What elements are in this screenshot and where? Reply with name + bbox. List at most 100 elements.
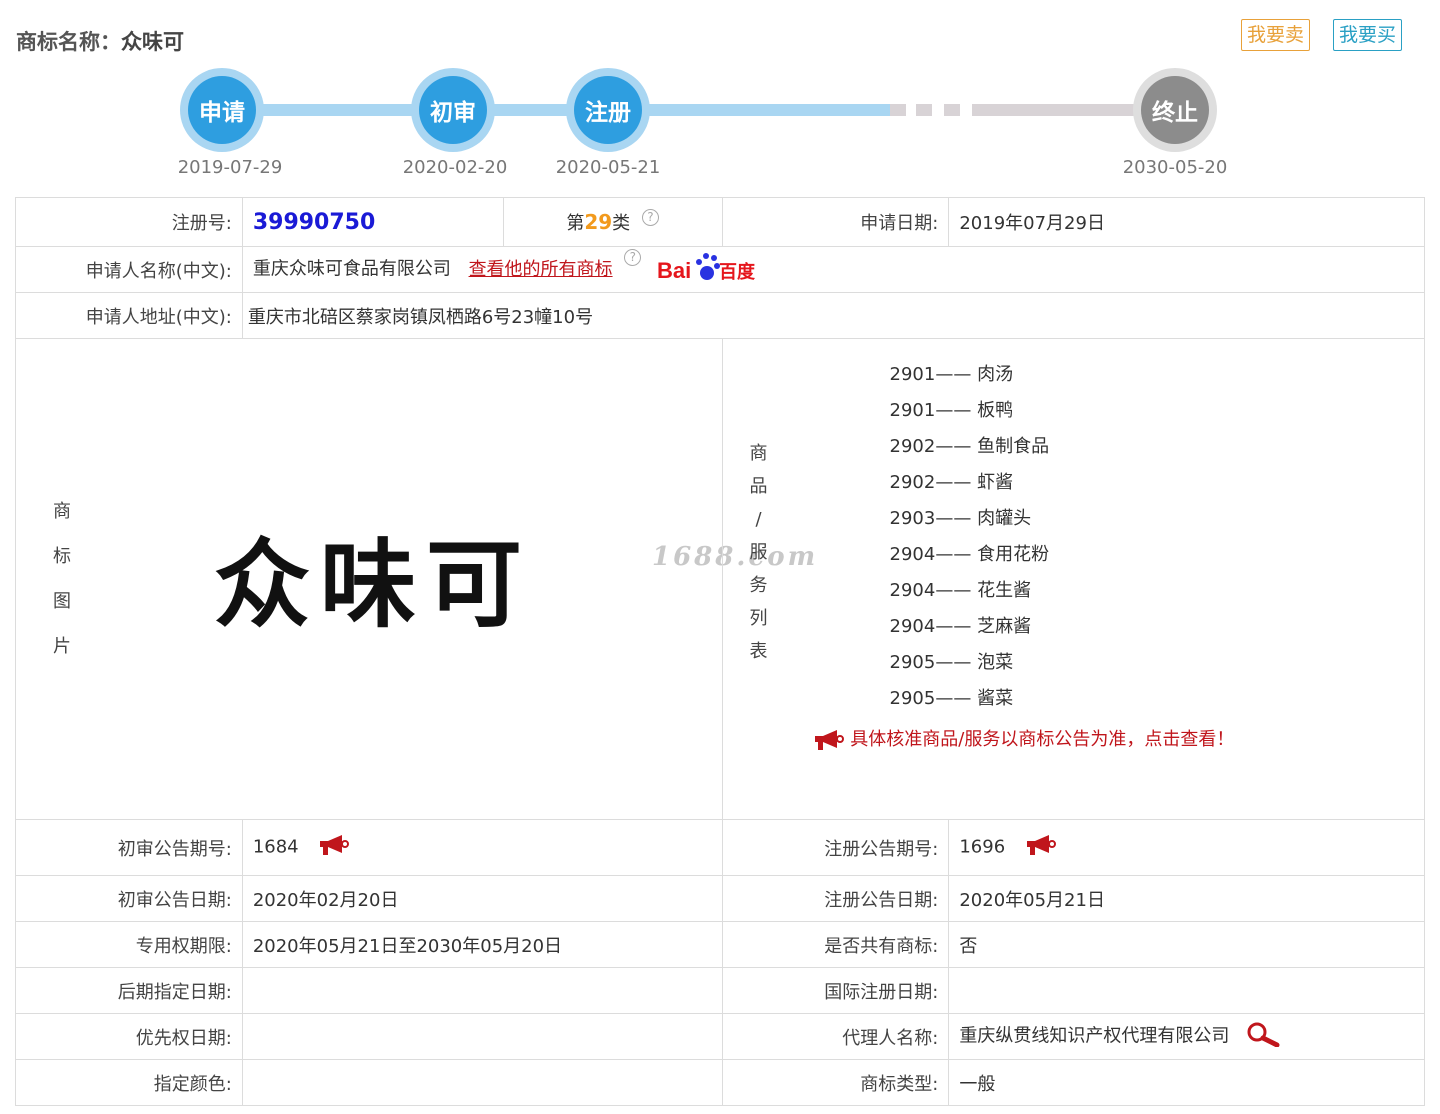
prelim-issue-value: 1684 (252, 836, 299, 858)
goods-item: 2904—— 食用花粉 (889, 544, 1050, 565)
agent-cell: 重庆纵贯线知识产权代理有限公司 (948, 1013, 1425, 1060)
timeline-node-label: 申请 (188, 76, 256, 144)
table-row: 商 标 图 片 众味可 商 品 / 服 务 列 表 2901—— 肉汤 2901… (15, 338, 1426, 820)
goods-notice-text[interactable]: 具体核准商品/服务以商标公告为准，点击查看！ (850, 729, 1234, 750)
address-value: 重庆市北碚区蔡家岗镇凤栖路6号23幢10号 (241, 292, 1426, 339)
help-icon[interactable]: ? (624, 249, 642, 266)
table-row: 指定颜色: 商标类型: 一般 (15, 1059, 1425, 1106)
baidu-search-icon[interactable]: Bai 百度 (657, 249, 759, 290)
vertical-char: 片 (53, 636, 71, 657)
goods-cell: 商 品 / 服 务 列 表 2901—— 肉汤 2901—— 板鸭 2902——… (721, 338, 1426, 820)
goods-item: 2901—— 肉汤 (889, 364, 1014, 385)
buy-button[interactable]: 我要买 (1333, 19, 1403, 51)
apply-date-value: 2019年07月29日 (948, 197, 1425, 247)
reg-no-cell: 39990750 (241, 197, 504, 247)
baidu-logo-icon: Bai 百度 (657, 253, 756, 283)
help-icon[interactable]: ? (641, 209, 659, 226)
title-label: 商标名称： (16, 30, 121, 54)
priority-date-value (241, 1013, 723, 1060)
timeline-node-terminate: 终止 (1133, 68, 1217, 152)
sell-button[interactable]: 我要卖 (1241, 19, 1311, 51)
vertical-char: / (755, 509, 762, 530)
mark-image-cell: 商 标 图 片 众味可 (15, 338, 723, 820)
vertical-char: 标 (53, 546, 71, 567)
timeline-node-label: 初审 (419, 76, 487, 144)
exclusive-value: 2020年05月21日至2030年05月20日 (241, 921, 723, 968)
timeline-date: 2020-02-20 (402, 157, 508, 178)
class-prefix: 第 (566, 213, 585, 234)
vertical-char: 图 (53, 591, 71, 612)
later-date-value (241, 967, 723, 1014)
apply-date-label: 申请日期: (721, 197, 950, 247)
search-icon[interactable] (1245, 1021, 1281, 1052)
table-row: 申请人地址(中文): 重庆市北碚区蔡家岗镇凤栖路6号23幢10号 (15, 292, 1426, 339)
vertical-char: 商 (749, 443, 768, 464)
goods-item: 2901—— 板鸭 (889, 400, 1014, 421)
vertical-char: 品 (749, 476, 768, 497)
color-label: 指定颜色: (15, 1059, 243, 1106)
svg-text:Bai: Bai (657, 258, 691, 283)
goods-item: 2902—— 虾酱 (889, 472, 1014, 493)
later-date-label: 后期指定日期: (15, 967, 243, 1014)
reg-date-value: 2020年05月21日 (948, 875, 1425, 922)
timeline-date: 2030-05-20 (1122, 157, 1228, 178)
all-marks-link[interactable]: 查看他的所有商标 (469, 259, 613, 280)
timeline-dash (944, 104, 960, 116)
reg-issue-label: 注册公告期号: (721, 819, 950, 876)
intl-date-value (948, 967, 1425, 1014)
address-label: 申请人地址(中文): (15, 292, 243, 339)
mark-image-label: 商 标 图 片 (52, 489, 72, 669)
timeline-dash (890, 104, 906, 116)
type-label: 商标类型: (721, 1059, 950, 1106)
applicant-label: 申请人名称(中文): (15, 246, 243, 293)
class-cell: 第29类 ? (502, 197, 723, 247)
prelim-issue-label: 初审公告期号: (15, 819, 243, 876)
table-row: 优先权日期: 代理人名称: 重庆纵贯线知识产权代理有限公司 (15, 1013, 1425, 1060)
megaphone-icon[interactable] (318, 834, 350, 861)
table-row: 申请人名称(中文): 重庆众味可食品有限公司 查看他的所有商标 ? Bai 百度 (15, 246, 1426, 293)
timeline-date: 2020-05-21 (555, 157, 661, 178)
reg-issue-cell: 1696 (948, 819, 1425, 876)
table-row: 初审公告期号: 1684 注册公告期号: 1696 (15, 819, 1425, 876)
priority-date-label: 优先权日期: (15, 1013, 243, 1060)
agent-label: 代理人名称: (721, 1013, 950, 1060)
goods-item: 2903—— 肉罐头 (889, 508, 1032, 529)
goods-label: 商 品 / 服 务 列 表 (749, 437, 769, 668)
table-row: 注册号: 39990750 第29类 ? 申请日期: 2019年07月29日 (15, 197, 1425, 247)
svg-text:百度: 百度 (719, 261, 756, 283)
table-row: 后期指定日期: 国际注册日期: (15, 967, 1425, 1014)
type-value: 一般 (948, 1059, 1425, 1106)
megaphone-icon[interactable] (1025, 834, 1057, 861)
goods-item: 2905—— 酱菜 (889, 688, 1014, 709)
shared-value: 否 (948, 921, 1425, 968)
timeline-node-apply: 申请 (180, 68, 264, 152)
goods-item: 2904—— 花生酱 (889, 580, 1032, 601)
table-row: 初审公告日期: 2020年02月20日 注册公告日期: 2020年05月21日 (15, 875, 1425, 922)
timeline-progress-bar (220, 104, 890, 116)
shared-label: 是否共有商标: (721, 921, 950, 968)
goods-notice[interactable]: 具体核准商品/服务以商标公告为准，点击查看！ (813, 725, 1234, 751)
goods-list: 2901—— 肉汤 2901—— 板鸭 2902—— 鱼制食品 2902—— 虾… (890, 357, 1050, 717)
prelim-date-value: 2020年02月20日 (241, 875, 723, 922)
page-title: 商标名称：众味可 (16, 26, 184, 56)
timeline-date: 2019-07-29 (177, 157, 283, 178)
exclusive-label: 专用权期限: (15, 921, 243, 968)
reg-no-value: 39990750 (252, 209, 376, 235)
goods-item: 2904—— 芝麻酱 (889, 616, 1032, 637)
applicant-cell: 重庆众味可食品有限公司 查看他的所有商标 ? Bai 百度 (241, 246, 1426, 293)
intl-date-label: 国际注册日期: (721, 967, 950, 1014)
timeline-node-label: 终止 (1141, 76, 1209, 144)
reg-no-label: 注册号: (15, 197, 243, 247)
vertical-char: 表 (749, 641, 768, 662)
vertical-char: 务 (749, 575, 768, 596)
trademark-info-table: 注册号: 39990750 第29类 ? 申请日期: 2019年07月29日 申… (15, 197, 1426, 1106)
color-value (241, 1059, 723, 1106)
timeline-node-label: 注册 (574, 76, 642, 144)
timeline-dash (916, 104, 932, 116)
reg-date-label: 注册公告日期: (721, 875, 950, 922)
applicant-value: 重庆众味可食品有限公司 (252, 258, 451, 280)
reg-issue-value: 1696 (959, 836, 1006, 858)
class-number: 29 (584, 210, 613, 234)
timeline-node-prelim: 初审 (411, 68, 495, 152)
prelim-issue-cell: 1684 (241, 819, 723, 876)
